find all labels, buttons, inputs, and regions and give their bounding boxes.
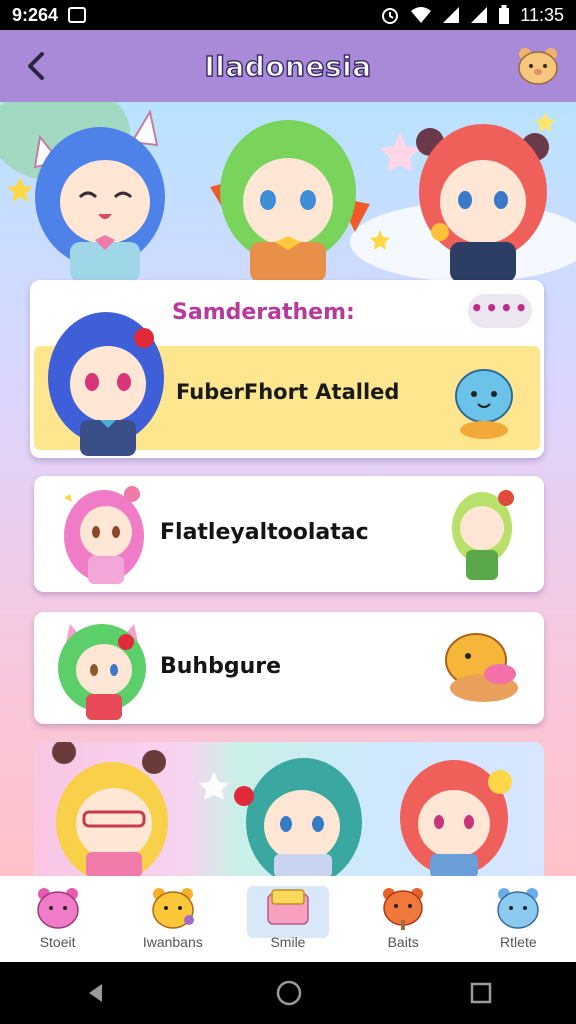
tab-rtlete[interactable]: Rtlete [468,884,568,958]
list-item[interactable]: Flatleyaltoolatac [34,476,544,592]
tab-label: Smile [270,934,306,950]
bear-avatar-icon[interactable] [516,44,560,88]
status-time-right: 11:35 [520,4,564,25]
back-triangle-icon[interactable] [84,981,108,1005]
signal-icon-2 [471,7,488,23]
yellow-bear-icon [152,888,194,929]
banner-illustration [52,742,512,876]
battery-icon [499,5,510,24]
blue-bear-icon [497,888,540,929]
cake-mascot-icon [445,633,518,702]
tab-label: Rtlete [500,934,537,950]
folder-icon [267,889,309,925]
list-item[interactable]: Buhbgure [34,612,544,724]
wifi-icon [411,7,432,23]
list-item-label: Flatleyaltoolatac [160,520,369,545]
orange-bear-icon [383,888,424,930]
recents-square-icon[interactable] [470,982,492,1004]
list-item-label: Buhbgure [160,654,282,679]
notification-icon [68,7,87,23]
tab-label: Baits [387,934,419,950]
featured-card[interactable]: Samderathem: •••• FuberFhort Atalled [30,280,544,458]
page-title: Iladonesia [204,49,372,84]
blue-blob-mascot-icon [455,369,513,439]
green-hair-girl-avatar [58,624,146,720]
chevron-left-icon [28,52,44,80]
system-nav-bar [0,962,576,1024]
tab-iwanbans[interactable]: Iwanbans [123,884,223,958]
blue-hair-girl-avatar [48,312,164,456]
status-bar: 9:264 11:35 [0,0,576,30]
tab-stoeit[interactable]: Stoeit [8,884,108,958]
status-time-left: 9:264 [12,4,59,25]
featured-card-header: Samderathem: [172,300,355,325]
tab-label: Iwanbans [142,934,203,950]
bottom-tab-bar: Stoeit Iwanbans Smile Baits Rtlete [0,876,576,962]
hero-illustration [0,102,576,282]
more-options-button[interactable]: •••• [468,294,532,328]
tab-smile[interactable]: Smile [238,884,338,958]
tab-label: Stoeit [39,934,76,950]
pink-bear-icon [36,888,79,929]
home-circle-icon[interactable] [276,980,302,1006]
signal-icon [443,7,460,23]
back-button[interactable] [22,46,54,86]
featured-item-label: FuberFhort Atalled [176,380,400,404]
pink-hair-girl-avatar [64,486,144,584]
app-bar: Iladonesia [0,30,576,102]
green-hair-girl-icon [452,490,514,580]
tab-baits[interactable]: Baits [353,884,453,958]
alarm-icon [382,8,399,24]
characters-banner[interactable] [34,742,544,876]
main-content[interactable]: Samderathem: •••• FuberFhort Atalled Fla… [0,102,576,876]
